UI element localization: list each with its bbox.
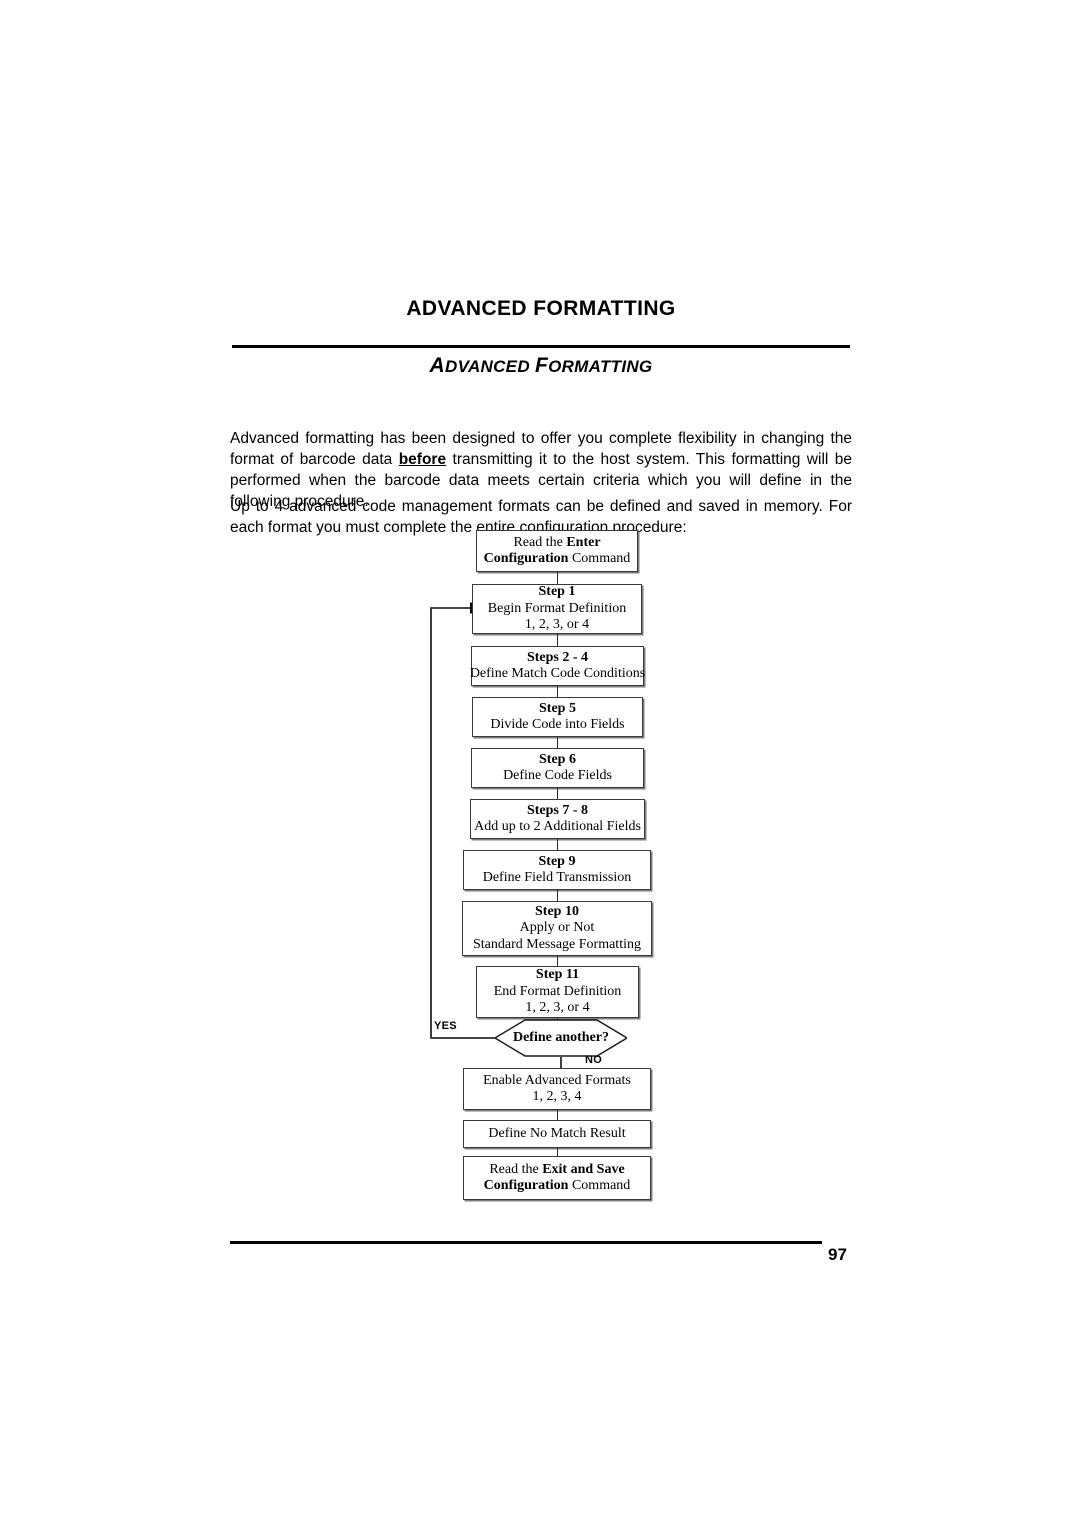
node-exit-save: Read the Exit and Save Configuration Com… bbox=[463, 1156, 651, 1200]
node-exit-save-line2-plain: Command bbox=[568, 1178, 631, 1193]
node-no-match: Define No Match Result bbox=[463, 1120, 651, 1148]
emphasis-before: before bbox=[398, 450, 447, 468]
node-enable-formats-line2: 1, 2, 3, 4 bbox=[532, 1089, 582, 1104]
section-title-lead-f: F bbox=[534, 354, 549, 377]
section-title: ADVANCED FORMATTING bbox=[232, 354, 850, 378]
section-title-formatting: ORMATTING bbox=[548, 357, 653, 376]
node-enable-formats: Enable Advanced Formats 1, 2, 3, 4 bbox=[463, 1068, 651, 1110]
connector-10 bbox=[557, 1110, 558, 1120]
node-exit-save-line1-bold: Exit and Save bbox=[542, 1161, 625, 1177]
header-rule bbox=[232, 345, 850, 348]
section-title-advanced: DVANCED bbox=[445, 357, 535, 376]
node-exit-save-line2-bold: Configuration bbox=[483, 1178, 569, 1193]
node-no-match-line1: Define No Match Result bbox=[488, 1125, 626, 1141]
section-title-lead-a: A bbox=[429, 354, 445, 377]
connector-11 bbox=[557, 1148, 558, 1156]
advanced-formatting-flowchart: Read the Enter Configuration Command Ste… bbox=[400, 520, 700, 1210]
node-exit-save-line1: Read the Exit and Save bbox=[489, 1162, 624, 1179]
node-enable-formats-line1: Enable Advanced Formats bbox=[483, 1072, 631, 1088]
branch-label-no: NO bbox=[585, 1054, 603, 1066]
node-exit-save-line1-plain: Read the bbox=[489, 1161, 543, 1177]
footer-rule bbox=[230, 1241, 822, 1244]
node-exit-save-line2: Configuration Command bbox=[484, 1178, 631, 1195]
running-head: ADVANCED FORMATTING bbox=[406, 297, 676, 320]
document-page: ADVANCED FORMATTING ADVANCED FORMATTING … bbox=[0, 0, 1080, 1528]
page-number: 97 bbox=[828, 1245, 847, 1264]
